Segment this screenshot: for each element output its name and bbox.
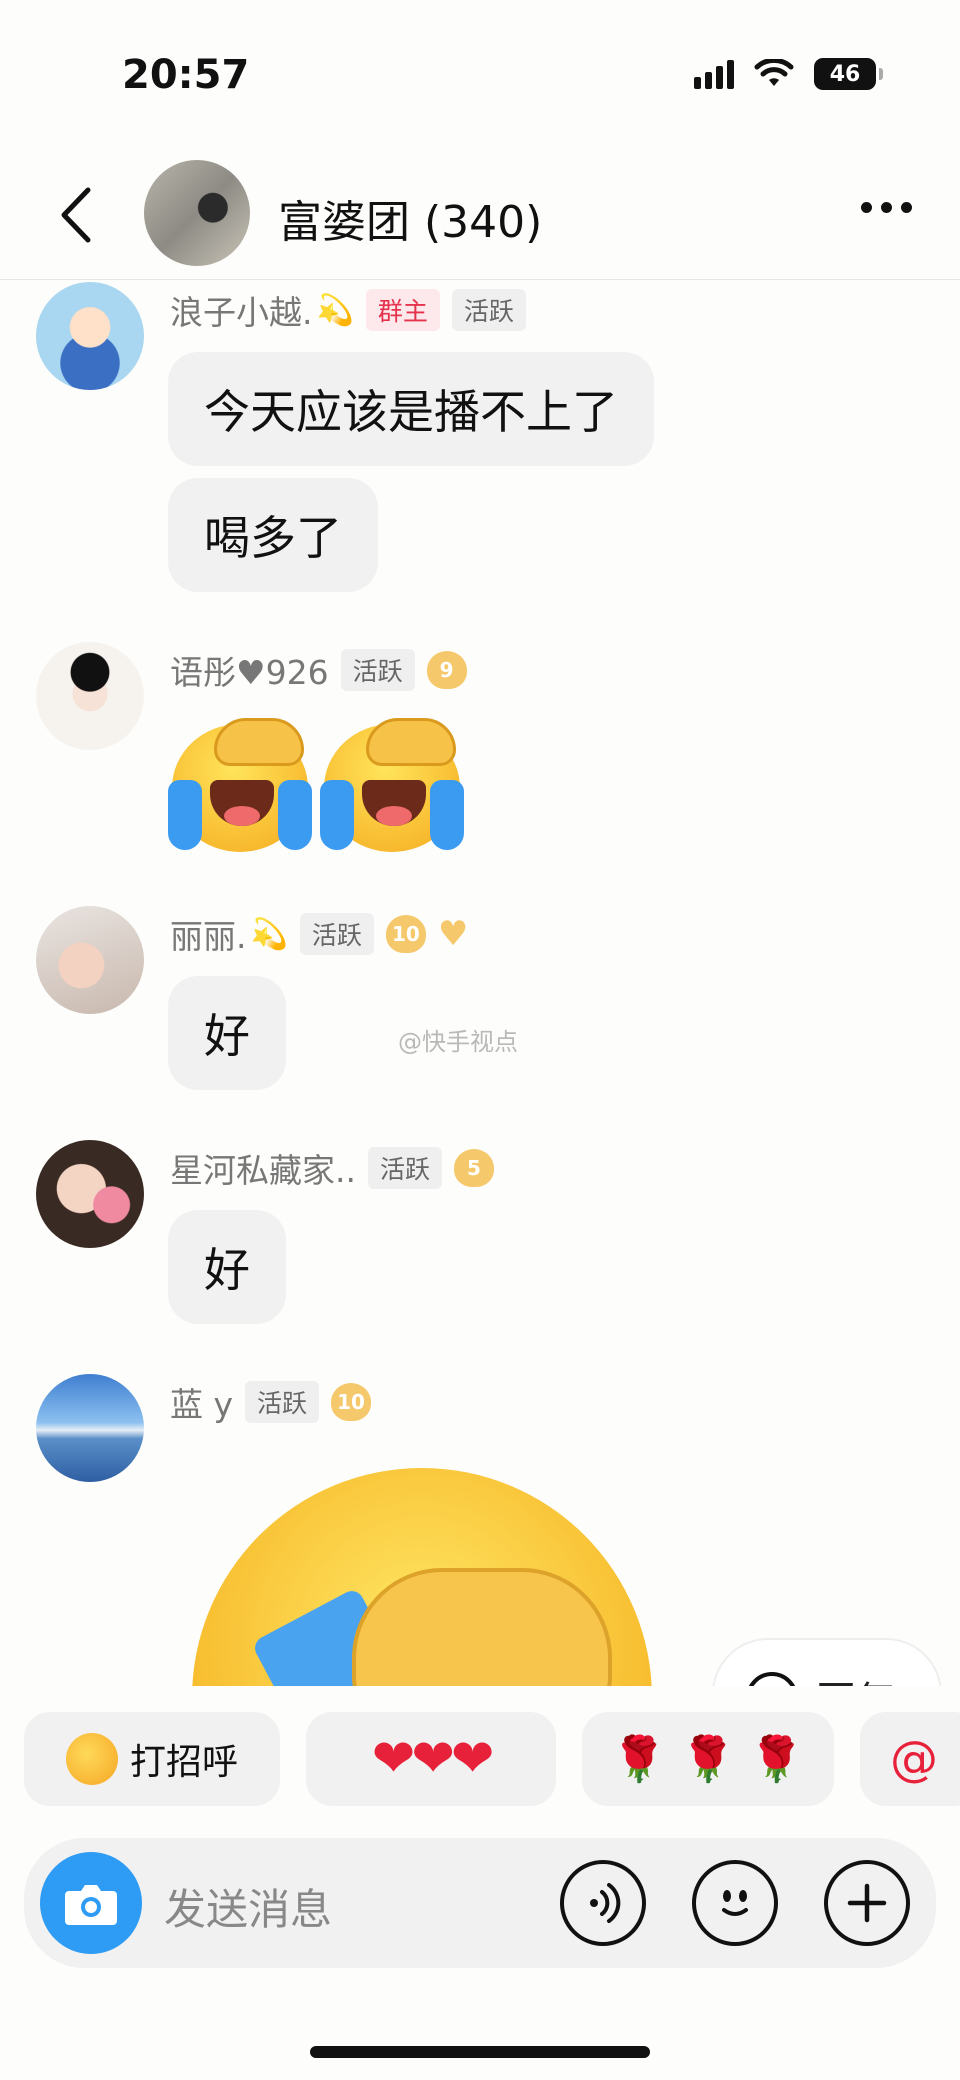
crying-laughing-emoji[interactable] — [168, 718, 312, 854]
message-bubble[interactable]: 喝多了 — [168, 478, 378, 592]
emoji-button[interactable] — [692, 1860, 778, 1946]
chat-screen: 20:57 46 富婆团 (340) 浪子小越. 💫 群主 活跃 今天应该是播不… — [0, 0, 960, 2080]
back-button[interactable] — [46, 180, 106, 250]
battery-icon: 46 — [814, 58, 883, 90]
avatar[interactable] — [36, 282, 144, 390]
avatar[interactable] — [36, 1374, 144, 1482]
quick-reply-label: @ — [890, 1731, 938, 1787]
sender-row: 丽丽. 💫 活跃 10 ♥ — [170, 912, 468, 956]
avatar[interactable] — [36, 642, 144, 750]
dizzy-icon: 💫 — [316, 292, 354, 328]
quick-reply-hearts[interactable]: ❤❤❤ — [306, 1712, 556, 1806]
quick-reply-greet[interactable]: 打招呼 — [24, 1712, 280, 1806]
voice-icon — [590, 1883, 621, 1923]
active-badge: 活跃 — [367, 1147, 442, 1189]
message-input-bar[interactable]: 发送消息 — [24, 1838, 936, 1968]
more-options-button[interactable] — [861, 202, 912, 213]
wifi-icon — [754, 59, 794, 86]
quick-reply-label: 打招呼 — [129, 1742, 238, 1783]
composer-area: 打招呼 ❤❤❤ 🌹 🌹 🌹 @ 发送消息 — [0, 1686, 960, 2080]
plus-icon — [847, 1883, 887, 1923]
quick-reply-roses[interactable]: 🌹 🌹 🌹 — [582, 1712, 834, 1806]
status-time: 20:57 — [122, 52, 250, 98]
signal-icon — [694, 59, 734, 89]
sender-name[interactable]: 浪子小越. — [170, 286, 313, 334]
sender-row: 语彤♥926 活跃 9 — [170, 648, 467, 692]
waving-face-icon — [65, 1733, 118, 1785]
camera-icon — [65, 1885, 117, 1925]
avatar[interactable] — [36, 906, 144, 1014]
active-badge: 活跃 — [340, 649, 415, 691]
sender-name[interactable]: 语彤♥926 — [170, 646, 329, 694]
avatar[interactable] — [36, 1140, 144, 1248]
level-badge: 10 — [331, 1383, 372, 1421]
owner-badge: 群主 — [365, 289, 440, 331]
crying-laughing-emoji[interactable] — [320, 718, 464, 854]
sender-name[interactable]: 丽丽. — [170, 910, 247, 958]
sender-name[interactable]: 蓝 y — [170, 1378, 233, 1426]
chevron-left-icon — [61, 187, 91, 243]
home-indicator — [310, 2046, 650, 2058]
voice-button[interactable] — [560, 1860, 646, 1946]
sender-row: 星河私藏家.. 活跃 5 — [170, 1146, 494, 1190]
group-title[interactable]: 富婆团 (340) — [278, 186, 542, 250]
status-icons: 46 — [694, 58, 883, 90]
message-bubble[interactable]: 今天应该是播不上了 — [168, 352, 654, 466]
quick-reply-label: ❤❤❤ — [371, 1729, 495, 1789]
quick-reply-label: 🌹 🌹 🌹 — [611, 1734, 805, 1785]
smile-icon — [722, 1890, 748, 1916]
message-bubble[interactable]: 好 — [168, 1210, 286, 1324]
level-badge: 9 — [426, 651, 467, 689]
sender-row: 浪子小越. 💫 群主 活跃 — [170, 288, 526, 332]
more-actions-button[interactable] — [824, 1860, 910, 1946]
level-badge: 10 — [385, 915, 426, 953]
active-badge: 活跃 — [245, 1381, 320, 1423]
chat-header: 富婆团 (340) — [0, 150, 960, 280]
dizzy-icon: 💫 — [250, 916, 288, 952]
message-input[interactable]: 发送消息 — [164, 1876, 332, 1937]
level-badge: 5 — [454, 1149, 494, 1187]
message-bubble[interactable]: 好 — [168, 976, 286, 1090]
camera-button[interactable] — [40, 1852, 142, 1954]
heart-badge-icon: ♥ — [437, 914, 469, 954]
active-badge: 活跃 — [451, 289, 526, 331]
group-avatar[interactable] — [144, 160, 250, 266]
sender-row: 蓝 y 活跃 10 — [170, 1378, 372, 1426]
active-badge: 活跃 — [299, 913, 374, 955]
quick-reply-row: 打招呼 ❤❤❤ 🌹 🌹 🌹 @ — [24, 1712, 960, 1806]
quick-reply-mention[interactable]: @ — [860, 1712, 960, 1806]
watermark: @快手视点 — [398, 1028, 518, 1056]
sender-name[interactable]: 星河私藏家.. — [170, 1144, 356, 1192]
